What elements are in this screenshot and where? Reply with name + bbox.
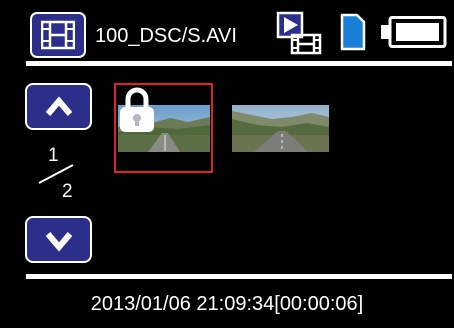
battery-full-icon — [381, 16, 447, 48]
page-up-button[interactable] — [25, 83, 92, 130]
chevron-down-icon — [45, 232, 73, 252]
sd-card-icon — [340, 13, 366, 51]
page-indicator: 1 2 — [36, 146, 80, 202]
mode-icon-button[interactable] — [30, 12, 86, 58]
recording-timestamp: 2013/01/06 21:09:34[00:00:06] — [90, 293, 364, 315]
chevron-up-icon — [45, 96, 73, 116]
film-strip-icon — [41, 20, 75, 50]
header-divider — [26, 61, 452, 66]
thumbnail-road-clip-2[interactable] — [232, 105, 329, 152]
road-thumbnail-image — [232, 105, 329, 152]
file-name: 100_DSC/S.AVI — [95, 25, 237, 47]
page-down-button[interactable] — [25, 216, 92, 263]
total-pages: 2 — [62, 181, 73, 202]
footer-divider — [26, 274, 452, 279]
video-playback-icon — [276, 11, 322, 55]
thumbnail-selection-border — [114, 83, 213, 173]
